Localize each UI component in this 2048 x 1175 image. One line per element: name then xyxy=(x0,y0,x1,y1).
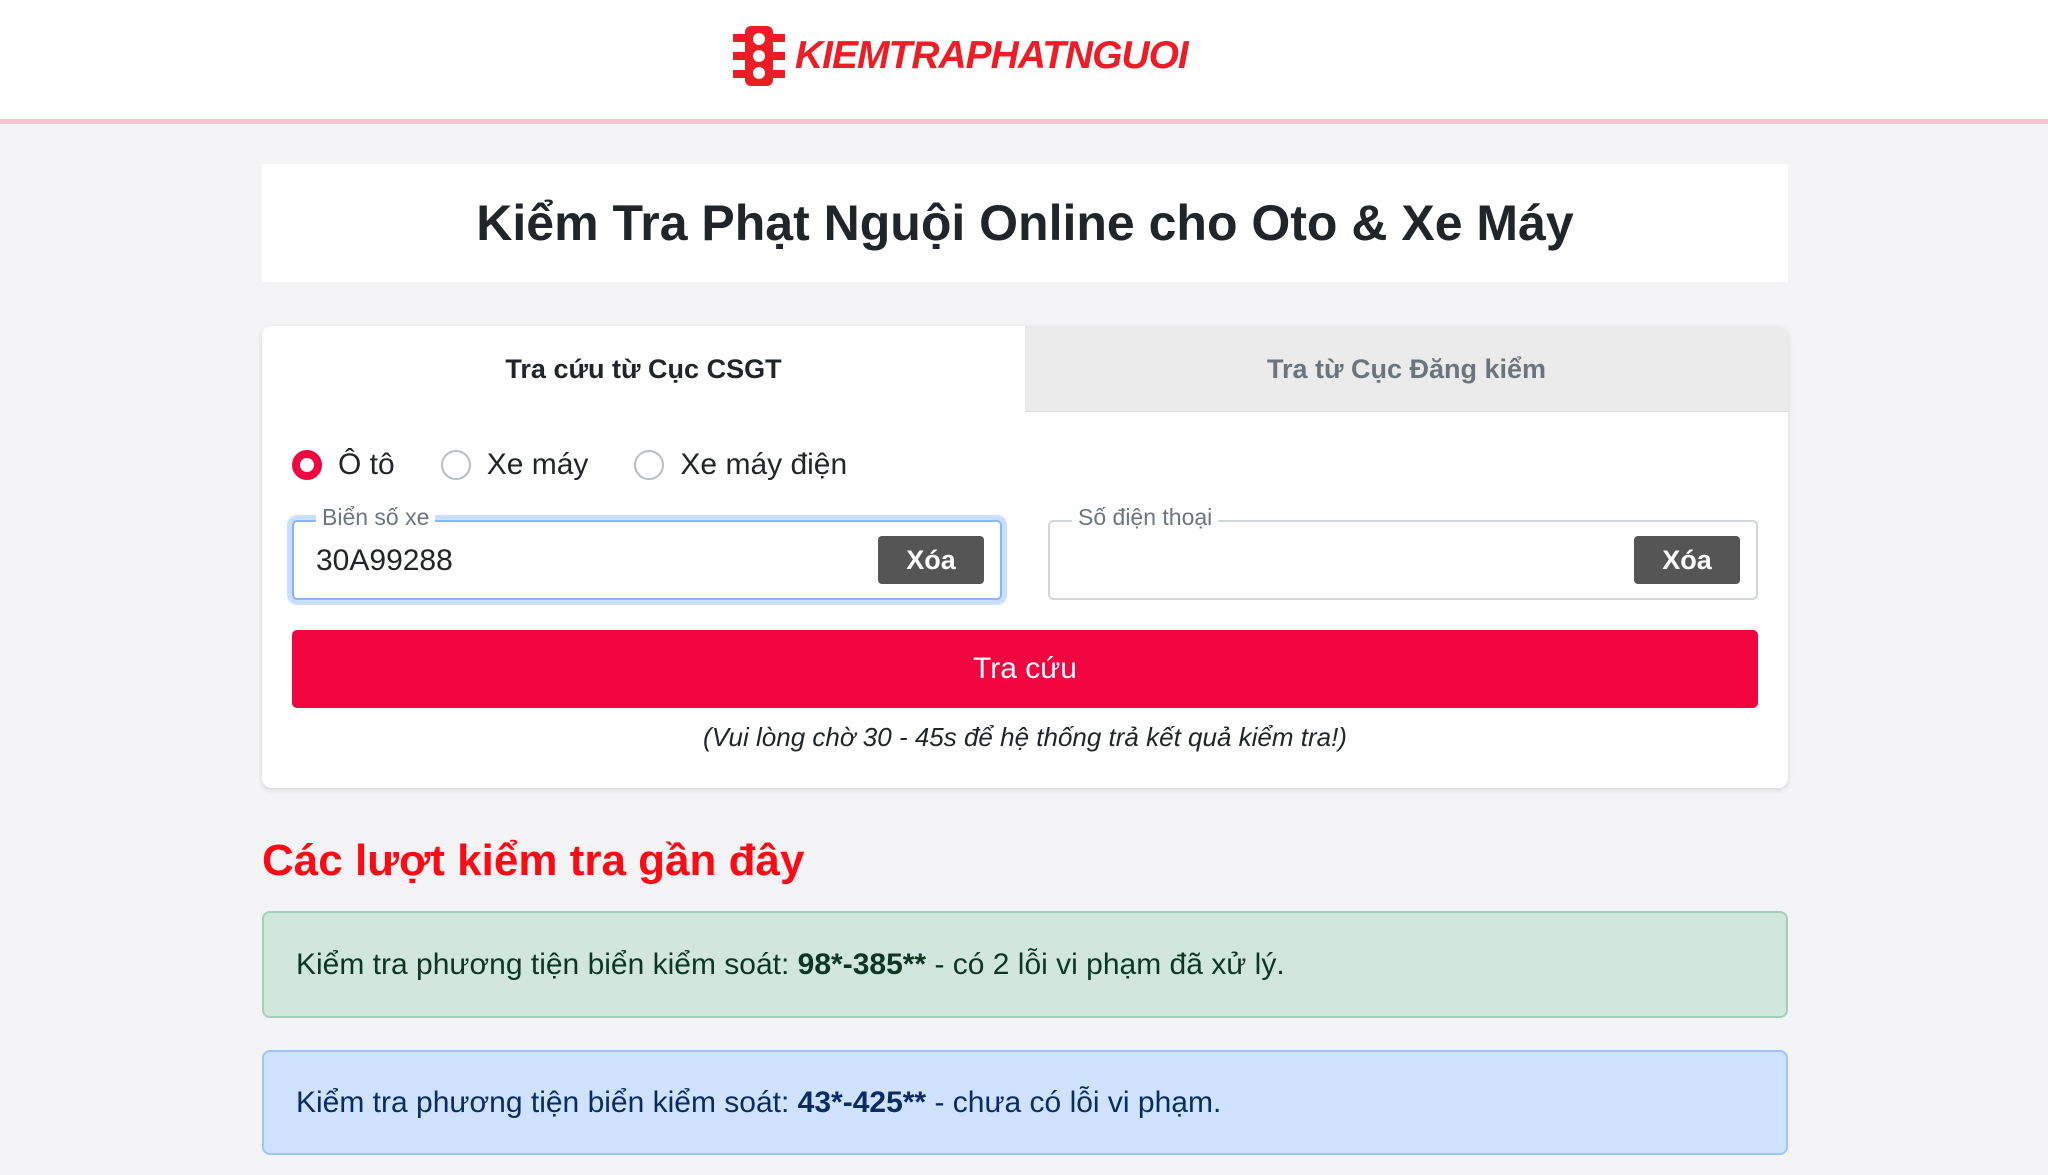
phone-field-label: Số điện thoại xyxy=(1072,502,1219,532)
radio-unchecked-icon[interactable] xyxy=(440,450,471,480)
title-card: Kiểm Tra Phạt Nguội Online cho Oto & Xe … xyxy=(262,164,1788,282)
lookup-submit-button[interactable]: Tra cứu xyxy=(292,630,1758,708)
phone-input[interactable] xyxy=(1072,536,1612,586)
radio-unchecked-icon[interactable] xyxy=(634,450,665,480)
recent-check-result: - có 2 lỗi vi phạm đã xử lý. xyxy=(926,947,1285,981)
recent-check-prefix: Kiểm tra phương tiện biển kiểm soát: xyxy=(296,947,798,981)
radio-oto[interactable]: Ô tô xyxy=(292,448,395,482)
clear-phone-button[interactable]: Xóa xyxy=(1634,536,1740,584)
recent-check-plate: 43*-425** xyxy=(797,1085,927,1119)
recent-check-plate: 98*-385** xyxy=(797,947,927,981)
plate-field: Biển số xe Xóa xyxy=(292,502,1002,600)
recent-checks-title: Các lượt kiểm tra gần đây xyxy=(262,836,805,885)
recent-check-prefix: Kiểm tra phương tiện biển kiểm soát: xyxy=(296,1085,798,1119)
page-title: Kiểm Tra Phạt Nguội Online cho Oto & Xe … xyxy=(476,195,1574,251)
radio-xe-may-dien[interactable]: Xe máy điện xyxy=(634,448,847,482)
logo-text: KIEMTRAPHATNGUOI xyxy=(795,34,1189,77)
source-tabs: Tra cứu từ Cục CSGT Tra từ Cục Đăng kiểm xyxy=(262,326,1788,412)
tab-dang-kiem[interactable]: Tra từ Cục Đăng kiểm xyxy=(1025,326,1788,412)
phone-field: Số điện thoại Xóa xyxy=(1048,502,1758,600)
plate-field-label: Biển số xe xyxy=(316,502,436,532)
tab-divider xyxy=(1025,411,1788,412)
clear-plate-button[interactable]: Xóa xyxy=(878,536,984,584)
radio-label-xe-may-dien: Xe máy điện xyxy=(680,448,848,481)
traffic-light-icon xyxy=(733,26,785,86)
vehicle-type-group: Ô tô Xe máy Xe máy điện xyxy=(292,448,893,482)
radio-label-xe-may: Xe máy xyxy=(486,448,589,481)
recent-check-item: Kiểm tra phương tiện biển kiểm soát: 43*… xyxy=(262,1050,1788,1155)
lookup-form-card: Tra cứu từ Cục CSGT Tra từ Cục Đăng kiểm… xyxy=(262,326,1788,788)
radio-checked-icon[interactable] xyxy=(292,450,322,480)
top-bar: KIEMTRAPHATNGUOI xyxy=(0,0,2048,124)
radio-xe-may[interactable]: Xe máy xyxy=(440,448,589,482)
site-logo[interactable]: KIEMTRAPHATNGUOI xyxy=(733,24,1189,88)
recent-check-item: Kiểm tra phương tiện biển kiểm soát: 98*… xyxy=(262,911,1788,1018)
recent-check-result: - chưa có lỗi vi phạm. xyxy=(926,1085,1222,1119)
radio-label-oto: Ô tô xyxy=(338,448,395,481)
plate-input[interactable] xyxy=(316,536,856,586)
tab-csgt[interactable]: Tra cứu từ Cục CSGT xyxy=(262,326,1025,412)
wait-note: (Vui lòng chờ 30 - 45s để hệ thống trả k… xyxy=(703,722,1347,752)
